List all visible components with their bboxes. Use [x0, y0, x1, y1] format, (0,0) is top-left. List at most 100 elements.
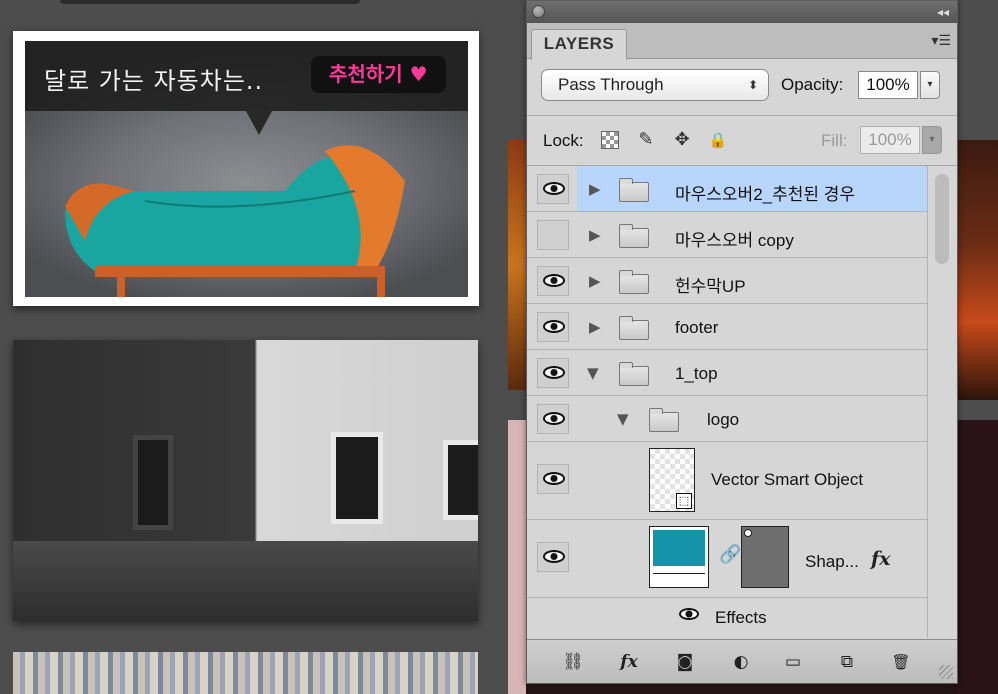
disclosure-triangle-icon[interactable]: ▶: [589, 272, 601, 290]
opacity-dropdown-button[interactable]: ▾: [920, 71, 940, 99]
layer-row[interactable]: ▶ 마우스오버 copy: [527, 212, 927, 258]
blend-mode-value: Pass Through: [558, 75, 664, 94]
vector-mask-thumbnail[interactable]: [741, 526, 789, 588]
layer-name: 1_top: [675, 364, 718, 383]
eye-icon: [543, 274, 565, 287]
layer-row[interactable]: ⬚ Vector Smart Object: [527, 442, 927, 520]
canvas-top-edge: [60, 0, 360, 4]
disclosure-triangle-icon[interactable]: ▶: [589, 180, 601, 198]
recommend-banner: 달로 가는 자동차는.. 추천하기 ♥: [25, 41, 468, 111]
fill-bar: [653, 573, 705, 581]
disclosure-triangle-icon[interactable]: ▶: [589, 318, 601, 336]
canvas-image-edge: [508, 140, 528, 390]
layer-name: 헌수막UP: [675, 277, 746, 296]
chaise-photo: 달로 가는 자동차는.. 추천하기 ♥: [25, 41, 468, 297]
link-layers-icon[interactable]: ⛓: [559, 650, 587, 674]
color-swatch: [653, 530, 705, 566]
layer-thumbnail: ⬚: [649, 448, 695, 512]
link-chain-icon[interactable]: 🔗: [719, 544, 741, 565]
building-window: [133, 435, 173, 530]
fill-input[interactable]: 100%: [860, 126, 920, 154]
layers-list: ▶ 마우스오버2_추천된 경우 ▶ 마우스오버 copy ▶ 헌수막UP ▶ f…: [527, 166, 927, 638]
disclosure-triangle-icon[interactable]: ▼: [617, 410, 629, 428]
panel-menu-icon[interactable]: ▾☰: [931, 33, 951, 49]
layer-row-content[interactable]: ▼ 1_top: [577, 350, 927, 395]
lock-all-icon[interactable]: 🔒: [707, 129, 729, 151]
canvas-image-edge: [958, 420, 998, 694]
effects-row[interactable]: Effects: [527, 598, 927, 638]
eye-icon: [543, 182, 565, 195]
street-ground: [13, 541, 478, 621]
layer-row[interactable]: 🔗 Shap... fx ▲: [527, 520, 927, 598]
opacity-label: Opacity:: [781, 75, 844, 94]
collapse-icon[interactable]: ◂◂: [937, 5, 949, 19]
resize-grip-icon[interactable]: [939, 665, 953, 679]
layer-row[interactable]: ▶ 헌수막UP: [527, 258, 927, 304]
tab-layers[interactable]: LAYERS: [531, 29, 627, 60]
layer-row-content[interactable]: ▶ 마우스오버 copy: [577, 212, 927, 257]
new-group-icon[interactable]: ▭: [779, 650, 807, 674]
layer-row-content[interactable]: ⬚ Vector Smart Object: [577, 442, 927, 519]
eye-icon[interactable]: [679, 608, 699, 620]
recommend-button[interactable]: 추천하기 ♥: [311, 56, 446, 93]
visibility-toggle[interactable]: [537, 404, 569, 434]
divider: [527, 115, 957, 116]
layer-name: logo: [707, 410, 740, 429]
new-layer-icon[interactable]: ⧉: [833, 650, 861, 674]
layer-row-content[interactable]: ▼ logo: [577, 396, 927, 441]
visibility-toggle[interactable]: [537, 174, 569, 204]
layers-panel: ◂◂ LAYERS ▾☰ Pass Through ⬍ Opacity: 100…: [526, 0, 958, 684]
layers-scrollbar[interactable]: [927, 166, 957, 638]
fill-thumbnail[interactable]: [649, 526, 709, 588]
fill-dropdown-button[interactable]: ▾: [922, 126, 942, 154]
effects-row-content[interactable]: Effects: [577, 598, 927, 638]
building-window: [331, 432, 383, 524]
add-mask-icon[interactable]: ◙: [671, 650, 699, 674]
visibility-toggle[interactable]: [537, 312, 569, 342]
visibility-toggle[interactable]: [537, 358, 569, 388]
canvas-image-edge: [958, 140, 998, 400]
eye-icon: [543, 412, 565, 425]
smart-object-icon: ⬚: [676, 493, 692, 509]
layer-row[interactable]: ▶ 마우스오버2_추천된 경우: [527, 166, 927, 212]
visibility-toggle[interactable]: [537, 464, 569, 494]
scrollbar-thumb[interactable]: [935, 174, 949, 264]
banner-pointer: [246, 111, 272, 135]
canvas-image-edge: [508, 420, 528, 694]
visibility-toggle[interactable]: [537, 220, 569, 250]
lock-move-icon[interactable]: ✥: [671, 129, 693, 151]
layer-row[interactable]: ▼ logo: [527, 396, 927, 442]
opacity-input[interactable]: 100%: [858, 71, 918, 99]
adjustment-layer-icon[interactable]: ◐: [727, 650, 755, 674]
blend-mode-select[interactable]: Pass Through ⬍: [541, 69, 769, 101]
layer-row-content[interactable]: ▶ 마우스오버2_추천된 경우: [577, 166, 927, 211]
add-style-icon[interactable]: fx: [615, 650, 643, 674]
layer-name: Vector Smart Object: [711, 470, 864, 489]
disclosure-triangle-icon[interactable]: ▶: [589, 226, 601, 244]
layer-row[interactable]: ▼ 1_top: [527, 350, 927, 396]
chaise-photo-card: 달로 가는 자동차는.. 추천하기 ♥: [13, 31, 479, 306]
layers-toolbar: ⛓ fx ◙ ◐ ▭ ⧉ 🗑: [527, 639, 957, 683]
lock-transparency-icon[interactable]: [601, 131, 619, 149]
folder-icon: [619, 178, 649, 202]
eye-icon: [543, 366, 565, 379]
fx-icon[interactable]: fx: [871, 548, 891, 570]
layer-row-content[interactable]: ▶ 헌수막UP: [577, 258, 927, 303]
panel-tabbar: LAYERS ▾☰: [527, 23, 957, 60]
panel-titlebar[interactable]: ◂◂: [527, 1, 957, 23]
layer-name: Shap...: [805, 552, 859, 571]
effects-label: Effects: [715, 608, 767, 627]
fill-label: Fill:: [821, 131, 848, 150]
disclosure-triangle-icon[interactable]: ▼: [587, 364, 599, 382]
layer-row[interactable]: ▶ footer: [527, 304, 927, 350]
folder-icon: [619, 224, 649, 248]
visibility-toggle[interactable]: [537, 266, 569, 296]
close-icon[interactable]: [532, 5, 545, 18]
trash-icon[interactable]: 🗑: [887, 650, 915, 674]
layer-name: 마우스오버 copy: [675, 231, 794, 250]
layer-name: 마우스오버2_추천된 경우: [675, 185, 856, 204]
visibility-toggle[interactable]: [537, 542, 569, 572]
layer-row-content[interactable]: 🔗 Shap... fx ▲: [577, 520, 927, 597]
layer-row-content[interactable]: ▶ footer: [577, 304, 927, 349]
lock-paint-icon[interactable]: ✎: [635, 129, 657, 151]
